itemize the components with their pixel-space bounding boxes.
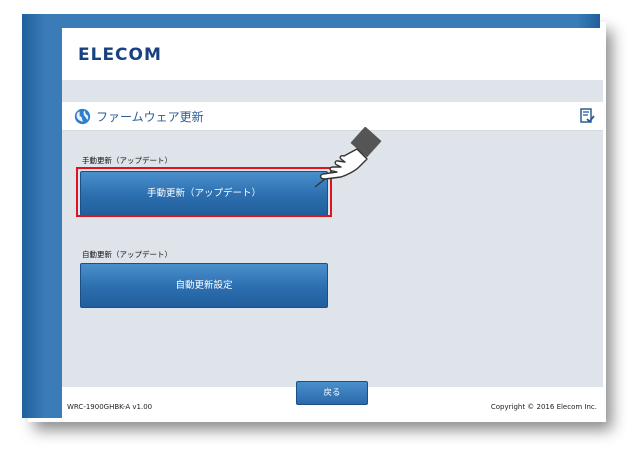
firmware-version: WRC-1900GHBK-A v1.00 bbox=[67, 403, 153, 411]
nav-strip bbox=[62, 80, 603, 102]
document-check-icon[interactable] bbox=[579, 108, 595, 124]
highlight-frame bbox=[76, 167, 332, 217]
manual-update-label: 手動更新（アップデート） bbox=[82, 156, 172, 165]
content-area: 手動更新（アップデート） 手動更新（アップデート） 自動更新（アップデート） 自… bbox=[62, 127, 603, 387]
back-button[interactable]: 戻る bbox=[296, 381, 368, 405]
header: ELECOM bbox=[62, 28, 603, 80]
pointing-hand-icon bbox=[314, 127, 382, 188]
auto-update-label: 自動更新（アップデート） bbox=[82, 250, 172, 259]
globe-icon bbox=[74, 108, 91, 125]
router-admin-window: ELECOM ファームウェア更新 手動更新（アップデート） 手動更新（アップデー… bbox=[22, 14, 603, 420]
elecom-logo: ELECOM bbox=[78, 45, 162, 65]
copyright: Copyright © 2016 Elecom Inc. bbox=[490, 403, 597, 411]
footer: 戻る WRC-1900GHBK-A v1.00 Copyright © 2016… bbox=[62, 381, 603, 420]
page-title: ファームウェア更新 bbox=[96, 110, 204, 124]
auto-update-settings-button[interactable]: 自動更新設定 bbox=[80, 263, 328, 308]
admin-page: ELECOM ファームウェア更新 手動更新（アップデート） 手動更新（アップデー… bbox=[62, 28, 603, 420]
